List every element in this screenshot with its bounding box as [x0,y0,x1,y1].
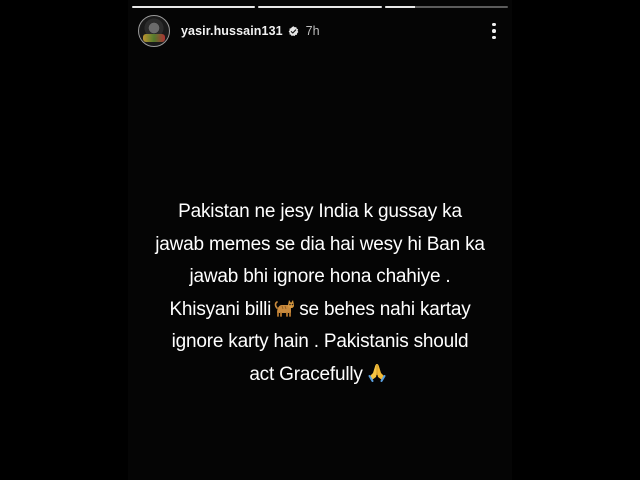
story-text-line: jawab memes se dia hai wesy hi Ban ka [155,233,485,255]
more-vertical-icon [492,22,496,27]
screen: yasir.hussain131 7h Pakistan ne jesy Ind… [0,0,640,480]
progress-fill [258,6,382,8]
username[interactable]: yasir.hussain131 [181,24,283,38]
more-vertical-icon [492,29,496,33]
progress-segment [384,6,508,8]
cat-emoji-icon [274,299,295,317]
story-text-line: Khisyani billi se behes nahi kartay [128,294,512,327]
story-header: yasir.hussain131 7h [138,14,504,48]
post-timestamp: 7h [305,24,320,38]
verified-badge-icon [288,25,299,36]
story-text-line: act Gracefully [128,359,512,392]
story-text-fragment: se behes nahi kartay [299,298,471,320]
more-options-button[interactable] [484,19,504,43]
progress-segment [258,6,382,8]
story-text-fragment: act Gracefully [249,363,363,385]
story-text: Pakistan ne jesy India k gussay ka jawab… [128,196,512,391]
progress-segment [132,6,256,8]
folded-hands-emoji-icon [368,363,386,382]
story-text-line: ignore karty hain . Pakistanis should [171,331,469,352]
story-text-line: Pakistan ne jesy India k gussay ka [178,201,462,222]
story-text-fragment: Khisyani billi [169,298,272,320]
story-progress-bar [132,6,508,8]
progress-fill [132,6,256,8]
story-text-line: jawab bhi ignore hona chahiye . [189,266,451,287]
story-viewer[interactable]: yasir.hussain131 7h Pakistan ne jesy Ind… [128,0,512,480]
progress-fill [384,6,416,8]
more-vertical-icon [492,35,496,40]
avatar[interactable] [138,15,170,47]
